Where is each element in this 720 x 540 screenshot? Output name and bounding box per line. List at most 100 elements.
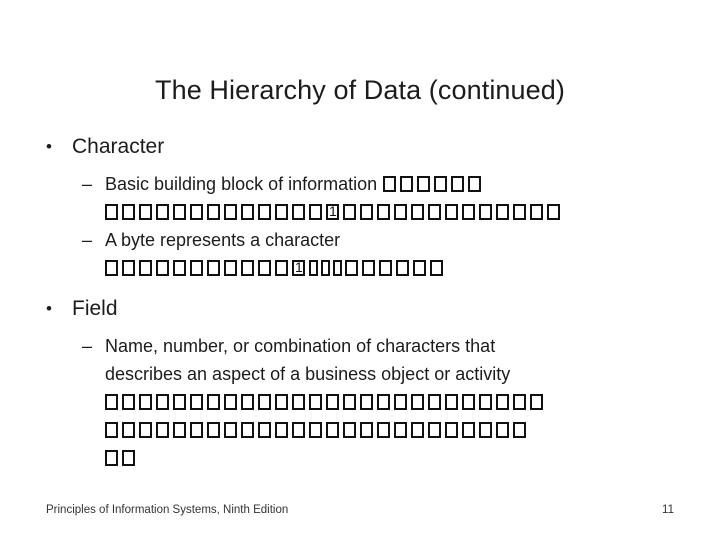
missing-glyph-box [122,394,135,410]
missing-glyph-box [400,176,414,192]
missing-glyph-box [207,204,220,220]
missing-glyph-box [224,394,237,410]
missing-glyph-box [326,422,339,438]
missing-glyph-box [377,422,390,438]
missing-glyph-box [377,204,390,220]
sub-bullet-field-definition-line2-label: describes an aspect of a business object… [105,364,511,384]
missing-glyph-box [362,260,375,276]
sub-bullet-field-definition: – Name, number, or combination of charac… [0,332,720,360]
missing-glyph-box [360,422,373,438]
missing-glyph-box [292,394,305,410]
missing-glyph-box [462,422,475,438]
missing-glyph-box [462,204,475,220]
missing-glyph-box [411,204,424,220]
missing-glyph-box [360,394,373,410]
missing-glyph-box [258,204,271,220]
missing-glyph-box [105,394,118,410]
missing-glyph-box [173,204,186,220]
dash-marker-icon: – [82,230,93,250]
missing-glyph-box [445,204,458,220]
missing-glyph-box [275,394,288,410]
missing-glyph-box [275,260,288,276]
missing-glyph-box [173,394,186,410]
missing-glyph-box [156,260,169,276]
sub-bullet-byte-represents-character: – A byte represents a character [0,226,720,254]
missing-glyph-box [275,422,288,438]
missing-glyph-box [241,422,254,438]
missing-glyph-box [379,260,392,276]
missing-glyph-row-4 [0,416,720,444]
missing-glyph-box [190,204,203,220]
missing-glyph-box [190,260,203,276]
bullet-marker-icon: • [46,299,52,318]
missing-glyph-box [321,260,330,276]
missing-glyph-box [190,422,203,438]
missing-glyph-box [343,422,356,438]
missing-glyph-box [345,260,358,276]
missing-glyph-box [513,204,526,220]
missing-glyph-box [547,204,560,220]
missing-glyph-run-1 [383,174,485,194]
footer-source-label: Principles of Information Systems, Ninth… [46,504,289,516]
missing-glyph-box [513,394,526,410]
missing-glyph-box [377,394,390,410]
missing-glyph-box [122,450,135,466]
missing-glyph-box [258,394,271,410]
missing-glyph-row-5 [0,444,720,472]
missing-glyph-box [434,176,448,192]
missing-glyph-box [105,204,118,220]
missing-glyph-box [394,394,407,410]
sub-bullet-byte-represents-character-label: A byte represents a character [105,230,341,250]
page-title: The Hierarchy of Data (continued) [155,75,565,106]
missing-glyph-box [122,260,135,276]
missing-glyph-run-4 [105,392,547,412]
missing-glyph-box [207,394,220,410]
missing-glyph-box [139,422,152,438]
missing-glyph-run-5 [105,420,530,440]
missing-glyph-box [156,422,169,438]
missing-glyph-box [383,176,397,192]
missing-glyph-run-3 [105,258,447,278]
missing-glyph-box [468,176,482,192]
missing-glyph-box [513,422,526,438]
missing-glyph-box [224,260,237,276]
missing-glyph-box [207,260,220,276]
missing-glyph-box [139,204,152,220]
missing-glyph-box [394,204,407,220]
missing-glyph-box [479,394,492,410]
missing-glyph-box [292,422,305,438]
missing-glyph-box [479,204,492,220]
missing-glyph-box [105,260,118,276]
missing-glyph-box [530,204,543,220]
missing-glyph-box [396,260,409,276]
missing-glyph-box [326,203,339,220]
dash-marker-icon: – [82,336,93,356]
missing-glyph-box [190,394,203,410]
slide-body: • Character – Basic building block of in… [0,132,720,472]
missing-glyph-box [241,260,254,276]
missing-glyph-box [224,204,237,220]
missing-glyph-run-6 [105,448,139,468]
missing-glyph-box [430,260,443,276]
missing-glyph-box [411,394,424,410]
missing-glyph-box [105,450,118,466]
missing-glyph-run-2 [105,202,564,222]
missing-glyph-box [309,260,318,276]
bullet-field-label: Field [72,297,118,320]
missing-glyph-box [207,422,220,438]
missing-glyph-box [394,422,407,438]
missing-glyph-box [241,204,254,220]
sub-bullet-basic-building-block-label: Basic building block of information [105,174,378,194]
dash-marker-icon: – [82,174,93,194]
missing-glyph-box [309,204,322,220]
missing-glyph-box [360,204,373,220]
missing-glyph-box [139,394,152,410]
sub-bullet-basic-building-block: – Basic building block of information [0,170,720,198]
missing-glyph-box [479,422,492,438]
missing-glyph-box [343,394,356,410]
missing-glyph-box [428,422,441,438]
missing-glyph-box [258,422,271,438]
missing-glyph-box [241,394,254,410]
missing-glyph-box [173,422,186,438]
